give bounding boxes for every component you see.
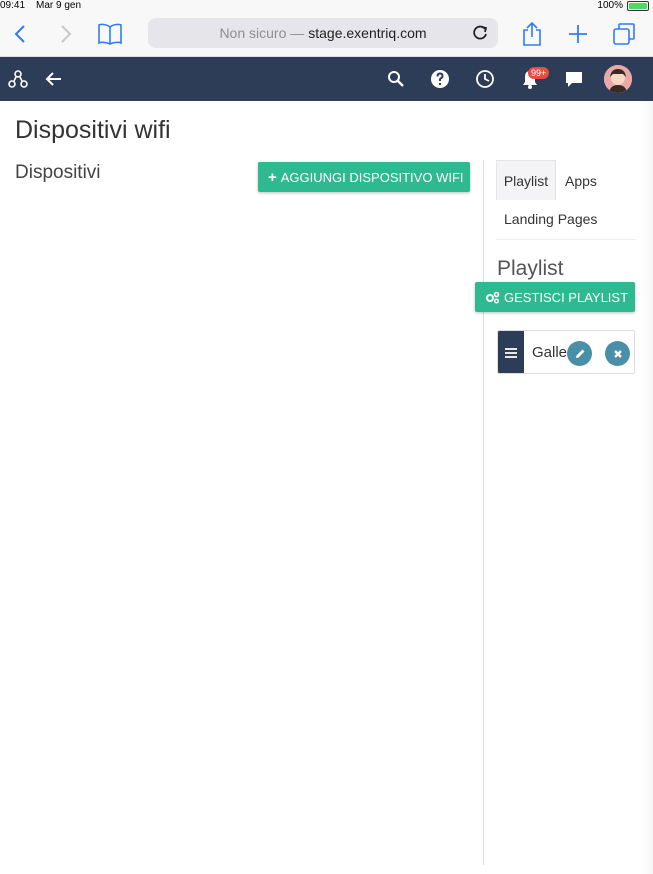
url-bar[interactable]: Non sicuro — stage.exentriq.com (148, 18, 498, 48)
section-title: Dispositivi (15, 162, 101, 183)
forward-icon[interactable] (52, 20, 80, 48)
url-security-label: Non sicuro — (219, 25, 305, 41)
back-arrow-icon[interactable] (42, 67, 66, 91)
back-icon[interactable] (6, 20, 34, 48)
history-icon[interactable] (473, 67, 497, 91)
hub-icon[interactable] (6, 67, 30, 91)
tab-playlist[interactable]: Playlist (496, 160, 556, 200)
share-icon[interactable] (518, 20, 546, 48)
search-icon[interactable] (384, 67, 408, 91)
delete-icon[interactable] (605, 341, 630, 366)
bookmarks-icon[interactable] (96, 20, 124, 48)
add-wifi-device-button[interactable]: + AGGIUNGI DISPOSITIVO WIFI (258, 162, 470, 192)
avatar[interactable] (604, 65, 632, 93)
chat-icon[interactable] (562, 67, 586, 91)
tabs-icon[interactable] (610, 20, 638, 48)
page-title: Dispositivi wifi (15, 116, 171, 144)
help-icon[interactable] (428, 67, 452, 91)
playlist-item-label: Gallery (532, 344, 572, 361)
gears-icon (485, 291, 500, 304)
playlist-item[interactable]: Gallery (497, 330, 635, 374)
panel-divider (483, 160, 484, 865)
status-bar: 09:41 Mar 9 gen 100% (0, 0, 653, 12)
tab-landing-pages[interactable]: Landing Pages (504, 211, 597, 227)
reload-icon[interactable] (470, 23, 490, 43)
plus-icon: + (268, 168, 277, 186)
browser-toolbar: Non sicuro — stage.exentriq.com (0, 12, 653, 57)
app-header (0, 57, 653, 101)
new-tab-icon[interactable] (564, 20, 592, 48)
status-date: Mar 9 gen (36, 0, 82, 11)
manage-playlist-label: GESTISCI PLAYLIST (504, 289, 629, 305)
status-time: 09:41 (0, 0, 26, 11)
add-wifi-device-label: AGGIUNGI DISPOSITIVO WIFI (280, 169, 464, 185)
battery-icon (627, 1, 649, 11)
notification-badge: 99+ (528, 67, 550, 79)
battery-percentage: 100% (597, 0, 623, 11)
manage-playlist-button[interactable]: GESTISCI PLAYLIST (475, 282, 635, 312)
playlist-title: Playlist (497, 257, 564, 280)
page-edge (641, 101, 653, 874)
tab-apps[interactable]: Apps (565, 173, 597, 189)
edit-icon[interactable] (567, 341, 592, 366)
panel-tabs: Playlist Apps Landing Pages (496, 160, 636, 240)
drag-handle-icon[interactable] (498, 331, 524, 373)
url-host: stage.exentriq.com (308, 25, 427, 41)
